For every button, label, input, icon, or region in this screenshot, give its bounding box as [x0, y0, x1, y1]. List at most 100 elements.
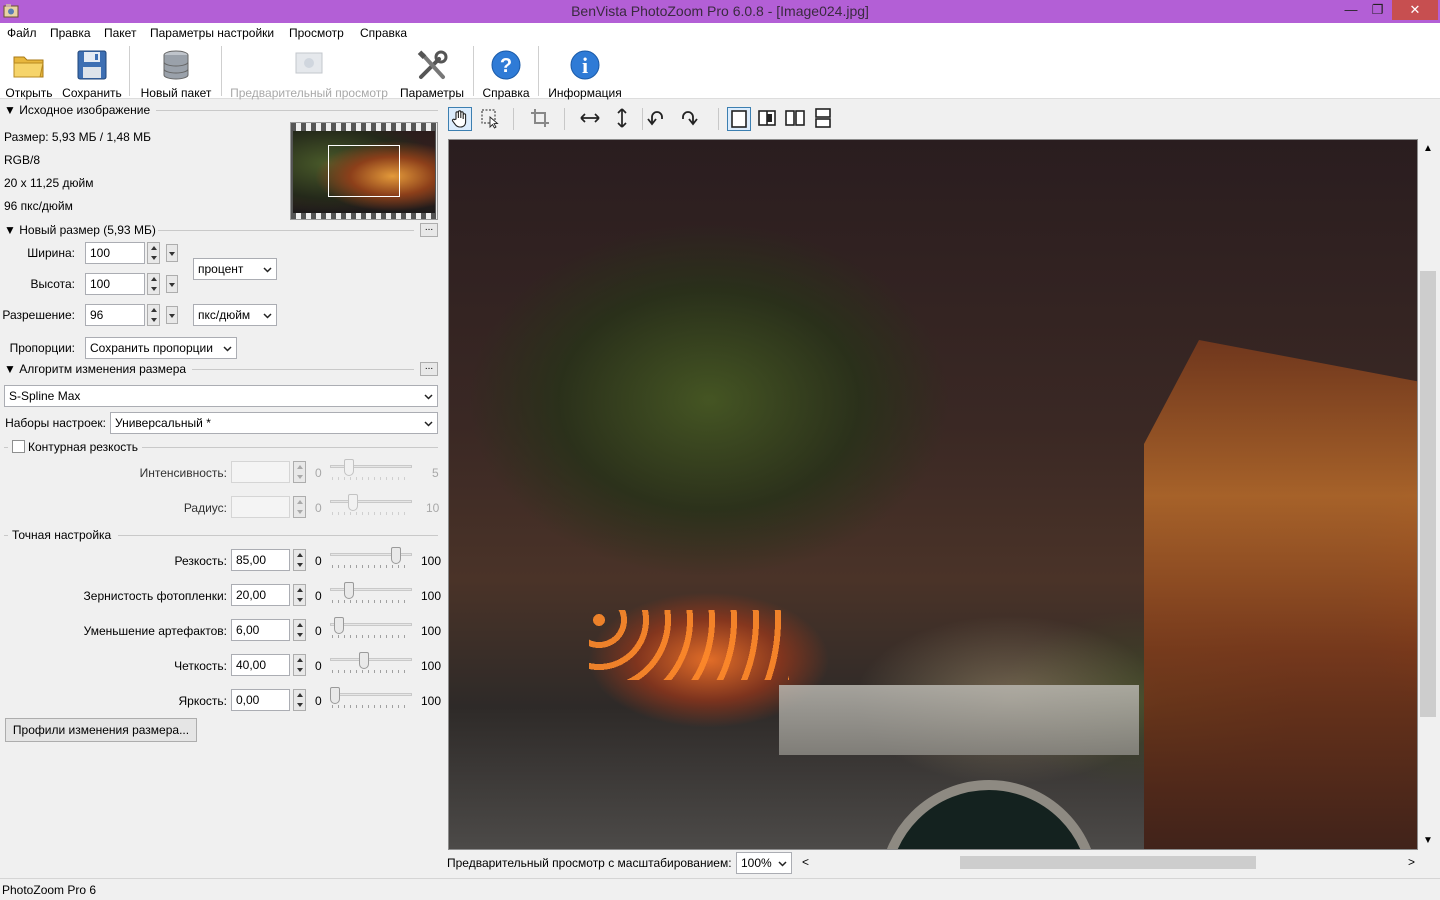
open-label: Открыть	[5, 86, 53, 100]
fine-param-input[interactable]: 0,00	[231, 689, 290, 711]
fine-param-spinner[interactable]	[293, 619, 306, 641]
fine-param-max: 100	[421, 624, 442, 638]
zoom-label: Предварительный просмотр с масштабирован…	[447, 856, 732, 870]
fine-param-input[interactable]: 40,00	[231, 654, 290, 676]
height-input[interactable]: 100	[85, 273, 145, 295]
fine-param-label: Яркость:	[178, 694, 227, 708]
section-divider	[158, 230, 414, 231]
crop-tool-button[interactable]	[529, 107, 553, 131]
split-view-button[interactable]	[756, 107, 780, 131]
menu-view[interactable]: Просмотр	[289, 26, 344, 40]
collapse-triangle-icon: ▼	[4, 223, 16, 237]
preview-horizontal-scrollbar[interactable]: < >	[798, 853, 1426, 871]
height-menu-button[interactable]	[166, 275, 178, 293]
select-tool-button[interactable]	[479, 107, 503, 131]
resolution-spinner[interactable]	[147, 304, 160, 326]
algorithm-more-button[interactable]: ...	[420, 362, 438, 376]
scroll-left-arrow[interactable]: <	[802, 855, 809, 869]
preview-vertical-scrollbar[interactable]: ▲ ▼	[1418, 139, 1439, 850]
slider-thumb[interactable]	[334, 617, 344, 634]
fine-param-slider[interactable]	[330, 652, 412, 678]
new-batch-button[interactable]: Новый пакет	[138, 47, 214, 100]
menu-batch[interactable]: Пакет	[104, 26, 136, 40]
fine-param-slider[interactable]	[330, 582, 412, 608]
proportions-select[interactable]: Сохранить пропорции	[85, 337, 237, 359]
radius-spinner	[293, 496, 306, 518]
new-size-more-button[interactable]: ...	[420, 223, 438, 237]
fine-param-slider[interactable]	[330, 617, 412, 643]
fine-param-spinner[interactable]	[293, 689, 306, 711]
navigator-viewport[interactable]	[328, 145, 400, 197]
scrollbar-thumb[interactable]	[1420, 271, 1436, 717]
slider-thumb[interactable]	[344, 582, 354, 599]
horizontal-arrows-icon	[580, 113, 600, 123]
side-by-side-view-button[interactable]	[784, 107, 808, 131]
scroll-up-arrow-icon[interactable]: ▲	[1423, 143, 1433, 154]
fine-param-spinner[interactable]	[293, 654, 306, 676]
fine-param-input[interactable]: 20,00	[231, 584, 290, 606]
scroll-down-arrow-icon[interactable]: ▼	[1423, 835, 1433, 846]
algorithm-select[interactable]: S-Spline Max	[4, 385, 438, 407]
slider-thumb[interactable]	[359, 652, 369, 669]
preview-toolbar	[446, 100, 1440, 138]
algorithm-header[interactable]: ▼ Алгоритм изменения размера	[4, 362, 186, 376]
section-divider	[4, 535, 8, 536]
rotate-right-button[interactable]	[677, 107, 701, 131]
info-button[interactable]: i Информация	[545, 47, 625, 100]
rotate-left-button[interactable]	[646, 107, 670, 131]
menu-help[interactable]: Справка	[360, 26, 407, 40]
preview-button[interactable]: Предварительный просмотр	[228, 47, 390, 100]
menu-settings[interactable]: Параметры настройки	[150, 26, 274, 40]
fine-param-slider[interactable]	[330, 547, 412, 573]
zoom-select[interactable]: 100%	[736, 852, 792, 874]
fine-param-max: 100	[421, 589, 442, 603]
scrollbar-thumb[interactable]	[960, 856, 1256, 869]
scroll-right-arrow[interactable]: >	[1408, 855, 1415, 869]
resolution-menu-button[interactable]	[166, 306, 178, 324]
height-spinner[interactable]	[147, 273, 160, 295]
fine-param-spinner[interactable]	[293, 584, 306, 606]
menu-file[interactable]: Файл	[7, 26, 37, 40]
preview-image[interactable]	[448, 139, 1418, 850]
size-unit-select[interactable]: процент	[193, 258, 277, 280]
toolbar-separator	[473, 46, 474, 96]
source-image-header[interactable]: ▼ Исходное изображение	[4, 103, 150, 117]
minimize-button[interactable]: —	[1338, 0, 1364, 20]
hand-tool-button[interactable]	[448, 107, 472, 131]
presets-select[interactable]: Универсальный *	[110, 412, 438, 434]
fine-param-spinner[interactable]	[293, 549, 306, 571]
resolution-input[interactable]: 96	[85, 304, 145, 326]
resolution-unit-select[interactable]: пкс/дюйм	[193, 304, 277, 326]
flip-horizontal-button[interactable]	[579, 107, 603, 131]
width-menu-button[interactable]	[166, 244, 178, 262]
slider-thumb[interactable]	[330, 687, 340, 704]
restore-button[interactable]: ❐	[1364, 0, 1391, 20]
edge-sharpness-label: Контурная резкость	[28, 440, 138, 454]
fine-param-input[interactable]: 85,00	[231, 549, 290, 571]
save-button[interactable]: Сохранить	[60, 47, 124, 100]
fine-param-input[interactable]: 6,00	[231, 619, 290, 641]
open-button[interactable]: Открыть	[2, 47, 56, 100]
width-spinner[interactable]	[147, 242, 160, 264]
crop-icon	[531, 109, 549, 127]
slider-thumb[interactable]	[391, 547, 401, 564]
section-divider	[156, 110, 438, 111]
info-label: Информация	[548, 86, 622, 100]
radius-min: 0	[315, 501, 322, 515]
database-icon	[163, 50, 189, 80]
single-view-icon	[731, 110, 747, 128]
settings-button[interactable]: Параметры	[398, 47, 466, 100]
navigator-thumbnail[interactable]	[290, 122, 438, 220]
resize-profiles-button[interactable]: Профили изменения размера...	[5, 718, 197, 742]
flip-vertical-button[interactable]	[611, 107, 635, 131]
new-size-header[interactable]: ▼ Новый размер (5,93 МБ)	[4, 223, 156, 237]
collapse-triangle-icon: ▼	[4, 362, 16, 376]
edge-sharpness-checkbox[interactable]	[12, 440, 25, 453]
fine-param-slider[interactable]	[330, 687, 412, 713]
close-button[interactable]: ✕	[1392, 0, 1438, 20]
menu-edit[interactable]: Правка	[50, 26, 91, 40]
stacked-view-button[interactable]	[812, 107, 836, 131]
single-view-button[interactable]	[727, 107, 751, 131]
help-button[interactable]: ? Справка	[478, 47, 534, 100]
width-input[interactable]: 100	[85, 242, 145, 264]
